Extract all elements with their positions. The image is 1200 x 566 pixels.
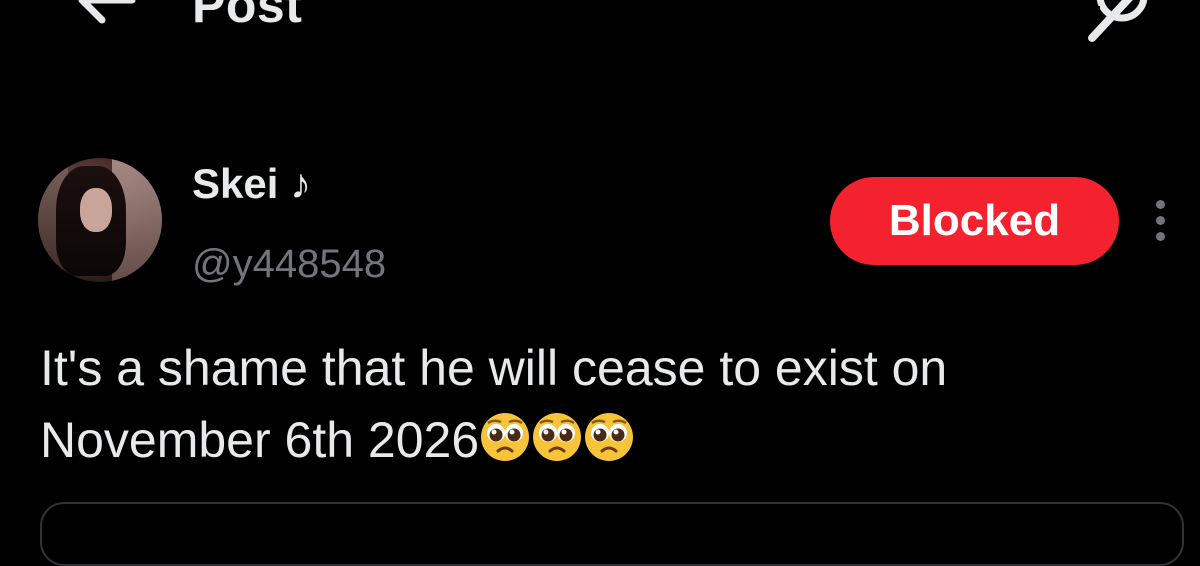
author-display-name[interactable]: Skei ♪ (192, 160, 311, 208)
top-app-bar: Post (0, 0, 1200, 60)
more-vertical-icon[interactable] (1150, 200, 1170, 246)
pleading-face-emoji-icon (585, 413, 634, 461)
pleading-face-emoji-icon (481, 413, 530, 461)
back-arrow-icon[interactable] (72, 0, 142, 38)
pleading-face-emoji-icon (533, 413, 582, 461)
post-text: It's a shame that he will cease to exist… (40, 332, 1180, 476)
blocked-button[interactable]: Blocked (830, 177, 1119, 265)
author-handle[interactable]: @y448548 (192, 242, 386, 287)
page-title: Post (192, 0, 303, 33)
quoted-post-card[interactable] (40, 502, 1184, 566)
author-avatar[interactable] (38, 158, 162, 282)
grok-icon[interactable] (1080, 0, 1160, 42)
